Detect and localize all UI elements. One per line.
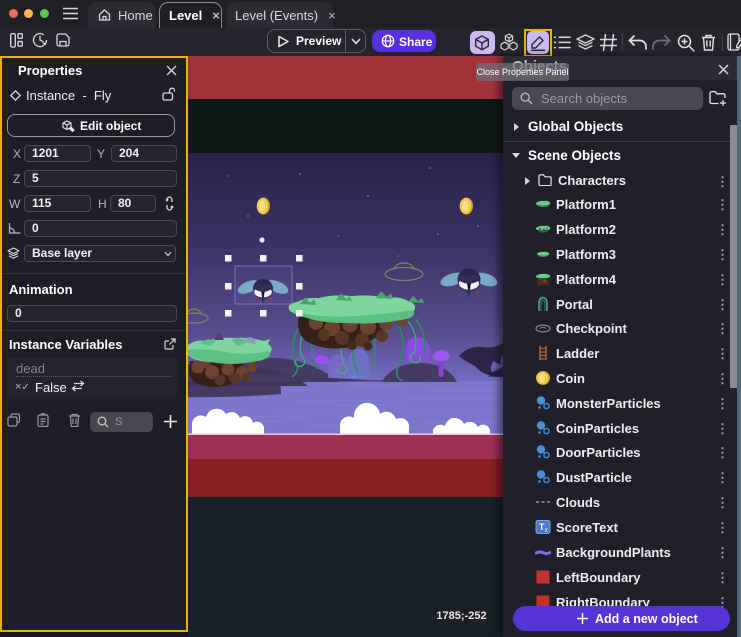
svg-text:x: x: [545, 527, 549, 534]
